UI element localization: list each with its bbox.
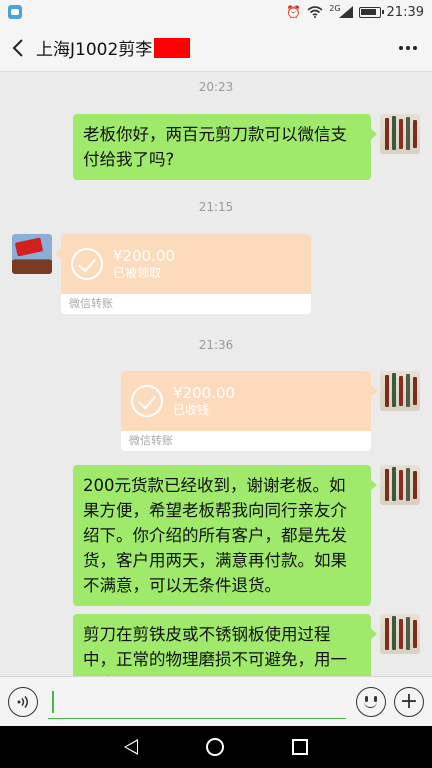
message-text: 200元货款已经收到，谢谢老板。如果方便，希望老板帮我向同行亲友介绍下。你介绍的… — [83, 476, 347, 595]
status-left — [8, 5, 22, 19]
system-nav-bar — [0, 726, 432, 768]
my-avatar[interactable] — [380, 114, 420, 154]
message-bubble-sent[interactable]: 剪刀在剪铁皮或不锈钢板使用过程中，正常的物理磨损不可避免，用一年半载 — [73, 614, 377, 676]
status-bar: ⏰ 2G 21:39 — [0, 0, 432, 24]
chat-area[interactable]: 20:23 老板你好，两百元剪刀款可以微信支付给我了吗? 21:15 ¥200.… — [0, 72, 432, 676]
timestamp: 21:36 — [198, 338, 234, 352]
transfer-amount: ¥200.00 — [113, 247, 176, 265]
more-button[interactable] — [384, 24, 432, 72]
message-text: 剪刀在剪铁皮或不锈钢板使用过程中，正常的物理磨损不可避免，用一年半载 — [83, 625, 347, 676]
transfer-card-top: ¥200.00 已被领取 — [61, 234, 311, 294]
alarm-icon: ⏰ — [286, 5, 302, 19]
back-triangle-icon[interactable] — [124, 739, 138, 755]
plus-icon: + — [399, 688, 419, 714]
text-caret — [52, 690, 54, 713]
home-circle-icon[interactable] — [206, 738, 224, 756]
message-text: 老板你好，两百元剪刀款可以微信支付给我了吗? — [83, 125, 347, 169]
chat-title-group: 上海J1002剪李 — [36, 35, 384, 60]
transfer-info: ¥200.00 已被领取 — [113, 247, 175, 281]
input-bar: + — [0, 676, 432, 726]
bubble-caret — [371, 385, 378, 397]
transfer-amount: ¥200.00 — [173, 384, 236, 402]
voice-icon — [17, 695, 28, 708]
check-circle-icon — [71, 248, 103, 280]
app-notification-icon — [8, 5, 22, 19]
timestamp: 21:15 — [198, 200, 234, 214]
recent-square-icon[interactable] — [292, 739, 308, 755]
signal-group: 2G — [329, 4, 353, 18]
transfer-status: 已收钱 — [173, 403, 210, 417]
transfer-card-received[interactable]: ¥200.00 已被领取 微信转账 — [61, 234, 311, 314]
message-bubble-sent[interactable]: 老板你好，两百元剪刀款可以微信支付给我了吗? — [73, 114, 377, 180]
signal-icon — [338, 6, 353, 18]
emoji-mouth — [364, 701, 377, 708]
transfer-footer: 微信转账 — [69, 297, 113, 310]
chat-title: 上海J1002剪李 — [36, 40, 153, 60]
my-avatar[interactable] — [380, 614, 420, 654]
transfer-footer: 微信转账 — [129, 434, 173, 447]
transfer-card-sent[interactable]: ¥200.00 已收钱 微信转账 — [121, 371, 371, 451]
network-label: 2G — [329, 4, 341, 13]
timestamp: 20:23 — [198, 80, 234, 94]
status-time: 21:39 — [386, 4, 424, 20]
transfer-card-top: ¥200.00 已收钱 — [121, 371, 371, 431]
transfer-info: ¥200.00 已收钱 — [173, 384, 235, 418]
emoji-button[interactable] — [356, 686, 386, 717]
plus-button[interactable]: + — [394, 686, 424, 717]
my-avatar[interactable] — [380, 371, 420, 411]
chevron-left-icon — [12, 38, 23, 57]
more-icon — [399, 45, 417, 50]
battery-icon — [358, 6, 384, 18]
back-button[interactable] — [0, 24, 36, 72]
message-bubble-sent[interactable]: 200元货款已经收到，谢谢老板。如果方便，希望老板帮我向同行亲友介绍下。你介绍的… — [73, 465, 377, 606]
wifi-icon — [307, 6, 323, 18]
check-circle-icon — [131, 385, 163, 417]
status-right: ⏰ 2G 21:39 — [286, 4, 424, 20]
my-avatar[interactable] — [380, 465, 420, 505]
chat-header: 上海J1002剪李 — [0, 24, 432, 72]
transfer-status: 已被领取 — [113, 266, 162, 280]
redaction-block — [154, 37, 191, 58]
message-input[interactable] — [48, 685, 346, 719]
voice-button[interactable] — [8, 686, 38, 717]
contact-avatar[interactable] — [12, 234, 52, 274]
